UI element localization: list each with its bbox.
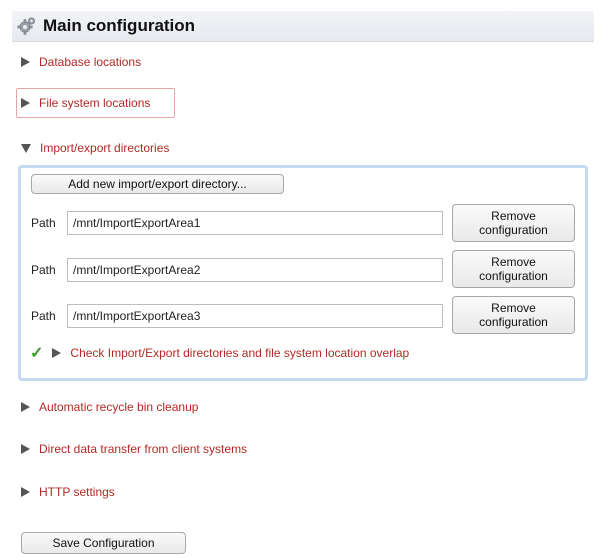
collapse-arrow-icon[interactable] [21, 143, 31, 153]
add-import-export-directory-button[interactable]: Add new import/export directory... [31, 174, 284, 194]
expand-arrow-icon[interactable] [21, 402, 30, 412]
check-overlap-row[interactable]: ✓ Check Import/Export directories and fi… [30, 343, 409, 363]
section-label[interactable]: Automatic recycle bin cleanup [39, 400, 198, 414]
checkmark-icon: ✓ [30, 345, 44, 362]
expand-arrow-icon[interactable] [21, 444, 30, 454]
path-label: Path [31, 216, 56, 230]
remove-label: Remove [491, 301, 536, 315]
expand-arrow-icon[interactable] [21, 57, 30, 67]
remove-label: configuration [479, 315, 548, 329]
path-input-2[interactable] [67, 258, 443, 282]
remove-configuration-button-1[interactable]: Remove configuration [452, 204, 575, 242]
path-input-3[interactable] [67, 304, 443, 328]
section-direct-data-transfer[interactable]: Direct data transfer from client systems [21, 439, 247, 459]
section-label[interactable]: Database locations [39, 55, 141, 69]
path-label: Path [31, 309, 56, 323]
section-http-settings[interactable]: HTTP settings [21, 482, 115, 502]
section-file-system-locations[interactable]: File system locations [21, 93, 150, 113]
section-label[interactable]: HTTP settings [39, 485, 115, 499]
path-row-2: Path [31, 255, 443, 285]
main-configuration-header: Main configuration [12, 11, 594, 42]
path-label: Path [31, 263, 56, 277]
save-configuration-button[interactable]: Save Configuration [21, 532, 186, 554]
expand-arrow-icon[interactable] [21, 98, 30, 108]
remove-label: configuration [479, 223, 548, 237]
section-label[interactable]: File system locations [39, 96, 150, 110]
remove-label: Remove [491, 209, 536, 223]
path-input-1[interactable] [67, 211, 443, 235]
section-import-export-directories[interactable]: Import/export directories [21, 138, 169, 158]
page-title: Main configuration [43, 16, 196, 35]
expand-arrow-icon[interactable] [21, 487, 30, 497]
gear-icon [16, 15, 38, 37]
section-label[interactable]: Import/export directories [40, 141, 169, 155]
section-automatic-recycle-bin-cleanup[interactable]: Automatic recycle bin cleanup [21, 397, 198, 417]
remove-configuration-button-2[interactable]: Remove configuration [452, 250, 575, 288]
section-label[interactable]: Direct data transfer from client systems [39, 442, 247, 456]
expand-arrow-icon[interactable] [52, 348, 62, 358]
remove-label: configuration [479, 269, 548, 283]
remove-label: Remove [491, 255, 536, 269]
section-database-locations[interactable]: Database locations [21, 52, 141, 72]
path-row-1: Path [31, 208, 443, 238]
check-overlap-label[interactable]: Check Import/Export directories and file… [70, 346, 409, 360]
path-row-3: Path [31, 301, 443, 331]
remove-configuration-button-3[interactable]: Remove configuration [452, 296, 575, 334]
